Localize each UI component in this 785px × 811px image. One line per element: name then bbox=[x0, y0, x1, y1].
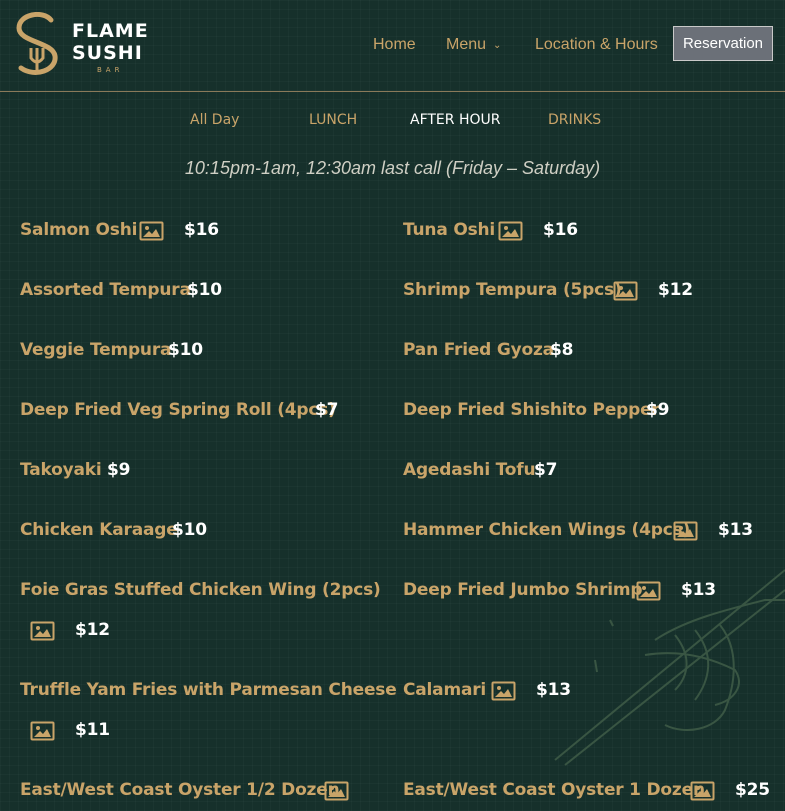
menu-item-name: Deep Fried Veg Spring Roll (4pcs) bbox=[20, 400, 336, 420]
reservation-button[interactable]: Reservation bbox=[673, 26, 773, 61]
menu-item-name: Deep Fried Jumbo Shrimp bbox=[403, 580, 643, 600]
menu-item-price: $25 bbox=[735, 780, 770, 800]
nav-home-link[interactable]: Home bbox=[373, 36, 416, 54]
nav-menu-link[interactable]: Menu ⌄ bbox=[446, 36, 501, 54]
logo-line-flame: FLAME bbox=[72, 20, 149, 42]
image-icon[interactable] bbox=[690, 781, 715, 801]
menu-item-price: $16 bbox=[184, 220, 219, 240]
hours-note: 10:15pm-1am, 12:30am last call (Friday –… bbox=[184, 158, 601, 178]
menu-item-price: $9 bbox=[646, 400, 670, 420]
image-icon[interactable] bbox=[498, 221, 523, 241]
image-icon[interactable] bbox=[613, 281, 638, 301]
menu-item-salmon-oshi[interactable]: Salmon Oshi bbox=[20, 220, 137, 240]
tab-all-day[interactable]: All Day bbox=[190, 112, 239, 128]
flame-sushi-logo[interactable]: FLAME SUSHI BAR bbox=[13, 12, 148, 78]
menu-item-name: Salmon Oshi bbox=[20, 220, 138, 240]
menu-item-pan-fried-gyoza[interactable]: Pan Fried Gyoza bbox=[403, 340, 554, 360]
menu-item-assorted-tempura[interactable]: Assorted Tempura bbox=[20, 280, 191, 300]
logo-emblem-icon bbox=[16, 12, 58, 75]
menu-item-agedashi-tofu[interactable]: Agedashi Tofu bbox=[403, 460, 536, 480]
image-icon[interactable] bbox=[139, 221, 164, 241]
image-icon[interactable] bbox=[491, 681, 516, 701]
menu-item-price: $8 bbox=[550, 340, 574, 360]
image-icon[interactable] bbox=[636, 581, 661, 601]
menu-item-shrimp-tempura[interactable]: Shrimp Tempura (5pcs) bbox=[403, 280, 622, 300]
menu-item-price: $13 bbox=[536, 680, 571, 700]
menu-item-name: Assorted Tempura bbox=[20, 280, 191, 300]
menu-item-truffle-yam-fries[interactable]: Truffle Yam Fries with Parmesan Cheese bbox=[20, 680, 397, 700]
menu-item-price: $13 bbox=[681, 580, 716, 600]
menu-item-foie-gras-wing[interactable]: Foie Gras Stuffed Chicken Wing (2pcs) bbox=[20, 580, 381, 600]
menu-item-price: $9 bbox=[107, 460, 131, 480]
menu-item-tuna-oshi[interactable]: Tuna Oshi bbox=[403, 220, 495, 240]
image-icon[interactable] bbox=[673, 521, 698, 541]
menu-item-name: Chicken Karaage bbox=[20, 520, 178, 540]
menu-item-calamari[interactable]: Calamari bbox=[403, 680, 486, 700]
menu-item-name: Foie Gras Stuffed Chicken Wing (2pcs) bbox=[20, 580, 381, 600]
menu-item-price: $16 bbox=[543, 220, 578, 240]
menu-item-price: $10 bbox=[187, 280, 222, 300]
image-icon[interactable] bbox=[30, 721, 55, 741]
nav-location-link[interactable]: Location & Hours bbox=[535, 36, 658, 54]
menu-item-price: $13 bbox=[718, 520, 753, 540]
tab-lunch[interactable]: LUNCH bbox=[309, 112, 357, 128]
logo-line-bar: BAR bbox=[97, 66, 124, 74]
menu-item-price: $10 bbox=[172, 520, 207, 540]
menu-item-name: Takoyaki bbox=[20, 460, 102, 480]
menu-item-name: Agedashi Tofu bbox=[403, 460, 536, 480]
tab-drinks[interactable]: DRINKS bbox=[548, 112, 601, 128]
site-header: FLAME SUSHI BAR Home Menu ⌄ Location & Ho… bbox=[0, 0, 785, 92]
menu-item-veggie-tempura[interactable]: Veggie Tempura bbox=[20, 340, 171, 360]
menu-item-oyster-dozen[interactable]: East/West Coast Oyster 1 Dozen bbox=[403, 780, 705, 800]
menu-item-chicken-karaage[interactable]: Chicken Karaage bbox=[20, 520, 178, 540]
image-icon[interactable] bbox=[324, 781, 349, 801]
logo-line-sushi: SUSHI bbox=[72, 42, 143, 64]
menu-item-name: Veggie Tempura bbox=[20, 340, 172, 360]
menu-item-price: $11 bbox=[75, 720, 110, 740]
menu-item-name: Pan Fried Gyoza bbox=[403, 340, 554, 360]
nav-menu-label: Menu bbox=[446, 36, 487, 53]
menu-item-name: East/West Coast Oyster 1 Dozen bbox=[403, 780, 705, 800]
menu-item-name: Deep Fried Shishito Pepper bbox=[403, 400, 660, 420]
menu-item-name: East/West Coast Oyster 1/2 Dozen bbox=[20, 780, 340, 800]
menu-item-shishito-pepper[interactable]: Deep Fried Shishito Pepper bbox=[403, 400, 660, 420]
menu-item-price: $12 bbox=[658, 280, 693, 300]
menu-item-price: $10 bbox=[168, 340, 203, 360]
chevron-down-icon: ⌄ bbox=[493, 40, 502, 51]
menu-item-name: Calamari bbox=[403, 680, 487, 700]
menu-item-veg-spring-roll[interactable]: Deep Fried Veg Spring Roll (4pcs) bbox=[20, 400, 336, 420]
menu-item-price: $12 bbox=[75, 620, 110, 640]
menu-item-name: Truffle Yam Fries with Parmesan Cheese bbox=[20, 680, 397, 700]
menu-item-price: $7 bbox=[315, 400, 339, 420]
menu-item-name: Tuna Oshi bbox=[403, 220, 496, 240]
tab-after-hour[interactable]: AFTER HOUR bbox=[410, 112, 500, 128]
menu-item-takoyaki[interactable]: Takoyaki bbox=[20, 460, 102, 480]
menu-item-jumbo-shrimp[interactable]: Deep Fried Jumbo Shrimp bbox=[403, 580, 643, 600]
menu-item-hammer-chicken-wings[interactable]: Hammer Chicken Wings (4pcs) bbox=[403, 520, 690, 540]
menu-item-name: Hammer Chicken Wings (4pcs) bbox=[403, 520, 691, 540]
menu-item-price: $7 bbox=[534, 460, 558, 480]
menu-item-name: Shrimp Tempura (5pcs) bbox=[403, 280, 622, 300]
menu-item-oyster-half-dozen[interactable]: East/West Coast Oyster 1/2 Dozen bbox=[20, 780, 340, 800]
image-icon[interactable] bbox=[30, 621, 55, 641]
